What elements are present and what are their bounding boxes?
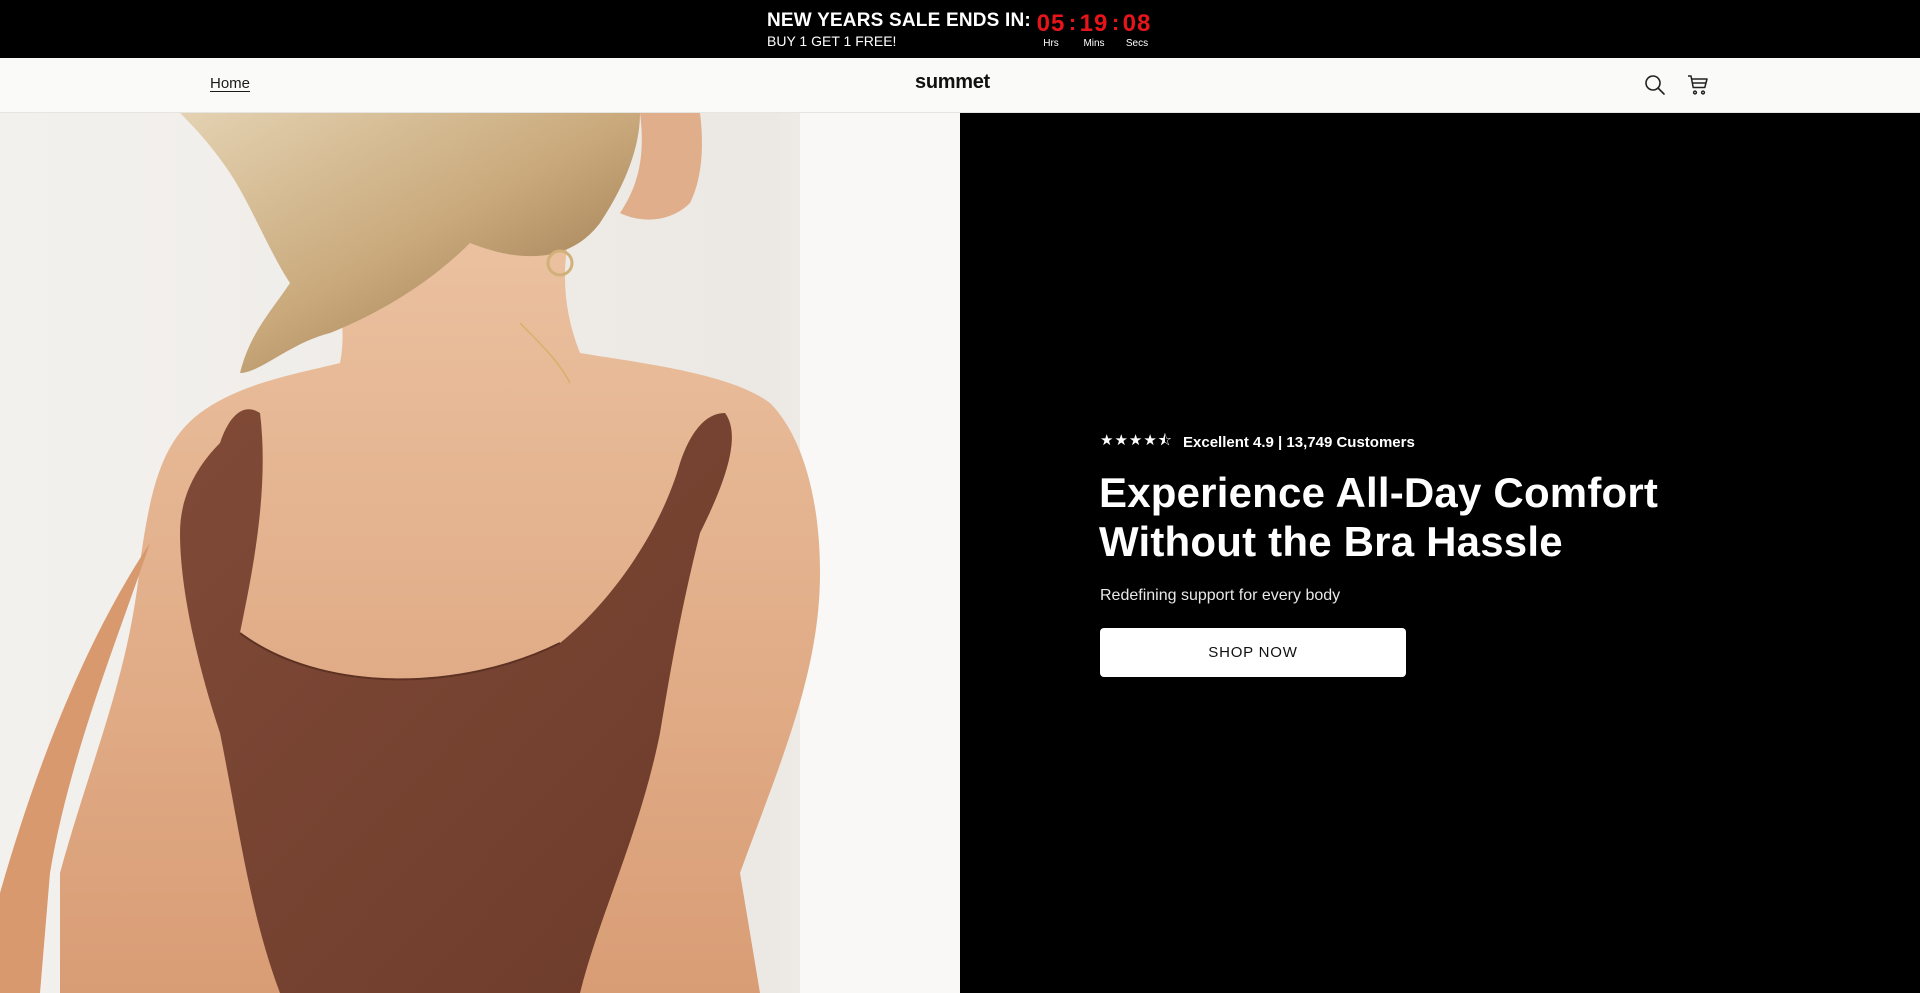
hero-title: Experience All-Day Comfort Without the B… (1099, 469, 1659, 565)
search-button[interactable] (1643, 73, 1667, 97)
shop-now-button[interactable]: SHOP NOW (1100, 628, 1406, 677)
hero-image (0, 113, 960, 993)
timer-minutes: 19 Mins (1077, 11, 1111, 50)
cart-button[interactable] (1686, 73, 1710, 97)
hero-subtitle: Redefining support for every body (1100, 587, 1341, 604)
site-logo[interactable]: summet (915, 71, 990, 94)
cart-icon (1688, 75, 1708, 95)
timer-separator: : (1068, 10, 1077, 35)
countdown-timer: 05 Hrs : 19 Mins : 08 Secs (1034, 11, 1154, 50)
search-icon (1645, 75, 1665, 95)
rating-summary: ★★★★⯪ Excellent 4.9 | 13,749 Customers (1100, 430, 1415, 455)
announcement-text: NEW YEARS SALE ENDS IN: BUY 1 GET 1 FREE… (767, 10, 1031, 49)
timer-hours-label: Hrs (1043, 38, 1059, 49)
timer-separator: : (1111, 10, 1120, 35)
timer-hours: 05 Hrs (1034, 11, 1068, 50)
rating-stars-icon: ★★★★⯪ (1100, 432, 1173, 449)
sale-subline: BUY 1 GET 1 FREE! (767, 33, 897, 49)
timer-seconds: 08 Secs (1120, 11, 1154, 50)
announcement-bar: NEW YEARS SALE ENDS IN: BUY 1 GET 1 FREE… (0, 0, 1920, 58)
timer-minutes-value: 19 (1079, 10, 1109, 37)
timer-hours-value: 05 (1036, 10, 1066, 37)
sale-headline: NEW YEARS SALE ENDS IN: (767, 10, 1031, 31)
timer-minutes-label: Mins (1083, 38, 1105, 49)
nav-link-home[interactable]: Home (210, 75, 250, 92)
timer-seconds-label: Secs (1125, 38, 1149, 49)
timer-seconds-value: 08 (1122, 10, 1152, 37)
site-header: Home summet (0, 58, 1920, 113)
hero-photo-illustration (0, 113, 960, 993)
rating-text: Excellent 4.9 | 13,749 Customers (1183, 434, 1415, 451)
